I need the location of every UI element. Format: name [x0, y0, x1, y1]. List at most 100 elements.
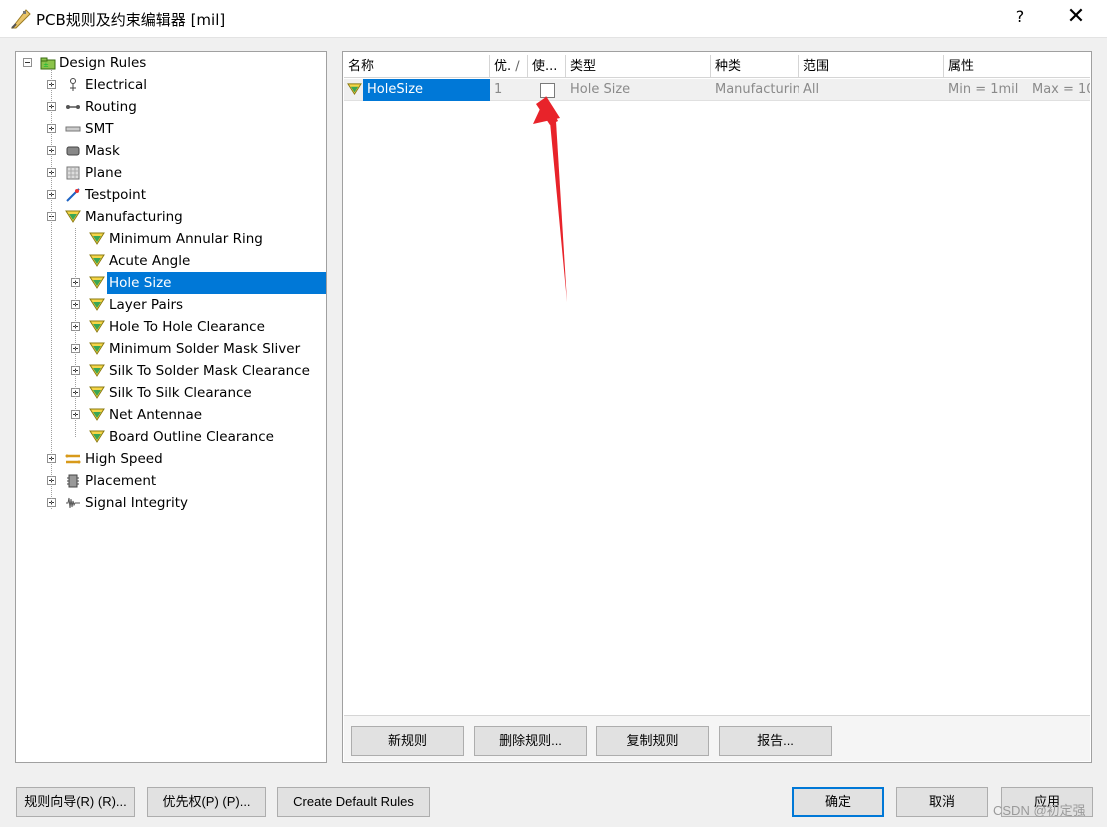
placement-icon	[67, 474, 79, 488]
tree-item-minimum-solder-mask-sliver[interactable]: Minimum Solder Mask Sliver	[16, 338, 326, 360]
rule-enabled-checkbox[interactable]	[540, 83, 555, 98]
window-title: PCB规则及约束编辑器 [mil]	[36, 11, 226, 29]
rule-icon	[89, 298, 105, 311]
tree-connector-line	[75, 228, 76, 437]
tree-item-label: Placement	[85, 473, 157, 489]
tree-item-mask[interactable]: Mask	[16, 140, 326, 162]
tree-item-label: Board Outline Clearance	[109, 429, 274, 445]
column-header-attributes[interactable]: 属性	[944, 55, 1090, 78]
column-header-enabled[interactable]: 使...	[528, 55, 566, 78]
tree-item-label: Electrical	[85, 77, 148, 93]
rule-wizard-button[interactable]: 规则向导(R) (R)...	[16, 787, 135, 817]
tree-item-label: Mask	[85, 143, 120, 159]
tree-item-electrical[interactable]: Electrical	[16, 74, 326, 96]
tree-item-label: Acute Angle	[109, 253, 191, 269]
testpoint-icon	[66, 188, 80, 202]
svg-text:±: ±	[43, 61, 49, 69]
tree-item-label: Design Rules	[59, 55, 147, 71]
mask-icon	[66, 146, 80, 156]
rule-icon	[347, 83, 362, 96]
delete-rule-button[interactable]: 删除规则...	[474, 726, 587, 756]
title-bar: PCB规则及约束编辑器 [mil] ? ✕	[0, 0, 1107, 38]
sort-indicator-icon: ∕	[515, 59, 520, 74]
rule-icon	[89, 408, 105, 421]
tree-item-signal-integrity[interactable]: Signal Integrity	[16, 492, 326, 514]
copy-rule-button[interactable]: 复制规则	[596, 726, 709, 756]
tree-connector-line	[51, 69, 52, 509]
tree-item-plane[interactable]: Plane	[16, 162, 326, 184]
ok-button[interactable]: 确定	[792, 787, 884, 817]
rule-icon	[89, 430, 105, 443]
tree-item-placement[interactable]: Placement	[16, 470, 326, 492]
tree-item-hole-to-hole-clearance[interactable]: Hole To Hole Clearance	[16, 316, 326, 338]
tree-item-label: High Speed	[85, 451, 163, 467]
column-header-scope[interactable]: 范围	[799, 55, 944, 78]
rules-tree-panel: ± Design Rules Electrical Routing SMT Mask Pla…	[15, 51, 327, 763]
report-button[interactable]: 报告...	[719, 726, 832, 756]
rule-row[interactable]: HoleSize 1 Hole Size Manufacturing All M…	[344, 79, 1090, 101]
watermark: CSDN @初定强	[993, 803, 1086, 818]
routing-icon	[66, 105, 80, 109]
rule-attr-max-cell: Max = 10	[1032, 82, 1090, 97]
rule-icon	[89, 320, 105, 333]
tree-item-hole-size[interactable]: Hole Size	[16, 272, 326, 294]
rule-icon	[89, 254, 105, 267]
rules-grid-panel: 名称 优. ∕ 使... 类型 种类 范围 属性 HoleSize 1 Hole…	[342, 51, 1092, 763]
rule-icon	[89, 232, 105, 245]
tree-item-testpoint[interactable]: Testpoint	[16, 184, 326, 206]
tree-item-smt[interactable]: SMT	[16, 118, 326, 140]
tree-item-label: Layer Pairs	[109, 297, 184, 313]
tree-item-label: Hole To Hole Clearance	[109, 319, 265, 335]
tree-item-label: Minimum Solder Mask Sliver	[109, 341, 301, 357]
rule-icon	[89, 386, 105, 399]
rule-priority-cell: 1	[494, 82, 503, 97]
column-header-type[interactable]: 类型	[566, 55, 711, 78]
tree-item-minimum-annular-ring[interactable]: Minimum Annular Ring	[16, 228, 326, 250]
column-header-category[interactable]: 种类	[711, 55, 799, 78]
column-header-priority[interactable]: 优. ∕	[490, 55, 528, 78]
tree-item-silk-to-solder-mask-clearance[interactable]: Silk To Solder Mask Clearance	[16, 360, 326, 382]
tree-item-silk-to-silk-clearance[interactable]: Silk To Silk Clearance	[16, 382, 326, 404]
rule-icon	[89, 342, 105, 355]
rule-name-cell[interactable]: HoleSize	[363, 79, 490, 101]
tree-item-routing[interactable]: Routing	[16, 96, 326, 118]
priorities-button[interactable]: 优先权(P) (P)...	[147, 787, 266, 817]
tree-item-high-speed[interactable]: High Speed	[16, 448, 326, 470]
rule-icon	[89, 364, 105, 377]
close-button[interactable]: ✕	[1064, 4, 1088, 29]
new-rule-button[interactable]: 新规则	[351, 726, 464, 756]
tree-item-layer-pairs[interactable]: Layer Pairs	[16, 294, 326, 316]
tree-item-label: Plane	[85, 165, 123, 181]
tree-item-manufacturing[interactable]: Manufacturing	[16, 206, 326, 228]
grid-header: 名称 优. ∕ 使... 类型 种类 范围 属性	[344, 55, 1090, 78]
tree-item-label: Testpoint	[85, 187, 147, 203]
plane-icon	[66, 166, 80, 180]
cancel-button[interactable]: 取消	[896, 787, 988, 817]
rule-icon	[89, 276, 105, 289]
rule-type-cell: Hole Size	[570, 82, 631, 97]
rule-scope-cell: All	[803, 82, 820, 97]
design-rules-icon: ±	[40, 57, 56, 70]
tree-item-label: Minimum Annular Ring	[109, 231, 263, 247]
tree-item-label: Hole Size	[107, 272, 326, 294]
manufacturing-icon	[65, 210, 81, 223]
tree-item-design-rules[interactable]: ± Design Rules	[16, 52, 326, 74]
signal-integrity-icon	[66, 497, 80, 509]
tree-item-board-outline-clearance[interactable]: Board Outline Clearance	[16, 426, 326, 448]
tree-item-label: Manufacturing	[85, 209, 183, 225]
create-default-rules-button[interactable]: Create Default Rules	[277, 787, 430, 817]
tree-item-label: Net Antennae	[109, 407, 203, 423]
tree-item-label: Signal Integrity	[85, 495, 189, 511]
tree-item-label: SMT	[85, 121, 114, 137]
column-header-name[interactable]: 名称	[344, 55, 490, 78]
help-button[interactable]: ?	[1012, 7, 1028, 26]
pcb-editor-app-icon	[10, 9, 31, 29]
tree-item-net-antennae[interactable]: Net Antennae	[16, 404, 326, 426]
tree-item-label: Silk To Silk Clearance	[109, 385, 252, 401]
tree-item-acute-angle[interactable]: Acute Angle	[16, 250, 326, 272]
collapse-icon[interactable]	[23, 58, 32, 67]
smt-icon	[65, 126, 81, 132]
rule-category-cell: Manufacturing	[715, 82, 799, 97]
tree-item-label: Silk To Solder Mask Clearance	[109, 363, 310, 379]
column-header-priority-label: 优.	[494, 59, 512, 74]
